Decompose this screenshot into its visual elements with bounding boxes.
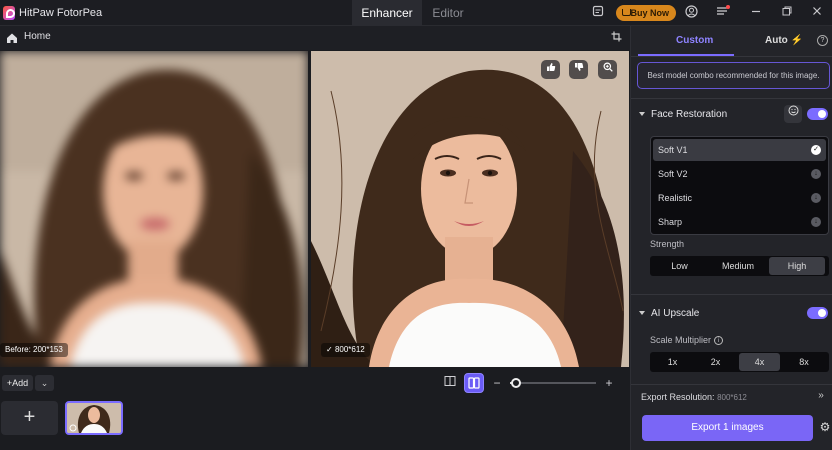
face-restoration-title: Face Restoration bbox=[651, 109, 728, 120]
ai-upscale-title: AI Upscale bbox=[651, 308, 700, 319]
check-icon: ✓ bbox=[326, 345, 335, 354]
download-icon: ↓ bbox=[811, 217, 821, 227]
face-model-list: Soft V1 ✓ Soft V2 ↓ Realistic ↓ Sharp ↓ bbox=[650, 136, 829, 235]
zoom-icon[interactable] bbox=[598, 60, 617, 79]
section-divider bbox=[631, 384, 832, 385]
help-icon[interactable]: ? bbox=[817, 35, 828, 46]
app-title: HitPaw FotorPea bbox=[19, 7, 103, 19]
tab-enhancer[interactable]: Enhancer bbox=[352, 0, 422, 26]
strength-high[interactable]: High bbox=[769, 257, 825, 275]
scale-1x[interactable]: 1x bbox=[652, 353, 693, 371]
single-view-icon[interactable] bbox=[441, 375, 459, 391]
before-photo bbox=[0, 51, 308, 367]
zoom-out-icon[interactable]: − bbox=[488, 375, 506, 391]
add-button[interactable]: +Add bbox=[2, 375, 33, 391]
model-option-label: Soft V2 bbox=[658, 169, 688, 179]
before-size-label: Before: 200*153 bbox=[0, 343, 68, 357]
model-option-label: Realistic bbox=[658, 193, 693, 203]
home-link[interactable]: Home bbox=[24, 31, 51, 42]
scale-selector: 1x 2x 4x 8x bbox=[650, 352, 829, 372]
tab-auto-label: Auto bbox=[765, 35, 788, 46]
close-icon[interactable] bbox=[809, 5, 825, 21]
maximize-icon[interactable] bbox=[779, 5, 795, 21]
download-icon: ↓ bbox=[811, 193, 821, 203]
model-option[interactable]: Soft V1 ✓ bbox=[653, 139, 826, 161]
section-divider bbox=[631, 98, 832, 99]
collapse-caret-icon bbox=[639, 311, 645, 316]
selected-check-icon: ✓ bbox=[811, 145, 821, 155]
minimize-icon[interactable] bbox=[748, 5, 764, 21]
thumbs-down-icon[interactable] bbox=[569, 60, 588, 79]
image-thumbnail[interactable] bbox=[65, 401, 123, 435]
gear-icon[interactable]: ⚙ bbox=[819, 421, 831, 433]
scale-2x[interactable]: 2x bbox=[695, 353, 736, 371]
after-size-label: ✓ 800*612 bbox=[321, 343, 370, 357]
tab-divider bbox=[631, 56, 832, 57]
zoom-slider-track[interactable] bbox=[516, 382, 596, 384]
title-bar: HitPaw FotorPea Enhancer Editor Buy Now bbox=[0, 0, 832, 26]
scale-4x[interactable]: 4x bbox=[739, 353, 780, 371]
lightning-icon: ⚡ bbox=[790, 35, 804, 46]
ai-upscale-toggle[interactable] bbox=[807, 307, 828, 319]
ai-upscale-header[interactable]: AI Upscale bbox=[639, 308, 699, 319]
after-size-value: 800*612 bbox=[334, 345, 365, 354]
after-photo bbox=[311, 51, 629, 367]
tab-editor[interactable]: Editor bbox=[422, 0, 474, 26]
collapse-caret-icon bbox=[639, 112, 645, 117]
section-divider bbox=[631, 294, 832, 295]
info-icon[interactable]: i bbox=[714, 336, 724, 346]
buy-now-label: Buy Now bbox=[630, 8, 669, 18]
thumbnail-photo bbox=[67, 403, 121, 433]
model-option[interactable]: Soft V2 ↓ bbox=[653, 163, 826, 185]
notification-dot bbox=[726, 5, 730, 9]
thumbs-up-icon[interactable] bbox=[541, 60, 560, 79]
face-restoration-header[interactable]: Face Restoration bbox=[639, 109, 727, 120]
add-label: Add bbox=[12, 378, 29, 388]
tab-custom[interactable]: Custom bbox=[676, 35, 713, 46]
feedback-icon[interactable] bbox=[590, 5, 606, 21]
scale-multiplier-label: Scale Multiplier i bbox=[650, 335, 724, 346]
export-button[interactable]: Export 1 images bbox=[642, 415, 813, 441]
chevron-down-icon: ⌄ bbox=[40, 378, 49, 388]
tab-auto[interactable]: Auto ⚡ bbox=[765, 35, 803, 46]
face-icon[interactable] bbox=[784, 105, 802, 123]
strength-selector: Low Medium High bbox=[650, 256, 829, 276]
compare-view-icon[interactable] bbox=[464, 373, 484, 393]
recommendation-info: Best model combo recommended for this im… bbox=[637, 62, 830, 89]
expand-icon[interactable]: » bbox=[815, 390, 827, 402]
add-dropdown[interactable]: ⌄ bbox=[35, 375, 54, 391]
strength-medium[interactable]: Medium bbox=[709, 257, 767, 275]
export-resolution-label: Export Resolution: bbox=[641, 392, 715, 402]
app-logo bbox=[3, 6, 15, 20]
settings-sidebar: Custom Auto ⚡ ? Best model combo recomme… bbox=[630, 26, 832, 450]
zoom-in-icon[interactable]: + bbox=[600, 375, 618, 391]
scale-multiplier-text: Scale Multiplier bbox=[650, 335, 712, 345]
cart-icon bbox=[622, 9, 631, 16]
home-bar: Home bbox=[0, 26, 630, 50]
bottom-toolbar: +Add ⌄ − + + bbox=[0, 367, 630, 450]
after-preview[interactable]: ✓ 800*612 bbox=[311, 51, 629, 367]
strength-low[interactable]: Low bbox=[652, 257, 707, 275]
model-option[interactable]: Realistic ↓ bbox=[653, 187, 826, 209]
account-icon[interactable] bbox=[683, 5, 699, 21]
download-icon: ↓ bbox=[811, 169, 821, 179]
model-option-label: Soft V1 bbox=[658, 145, 688, 155]
face-restoration-toggle[interactable] bbox=[807, 108, 828, 120]
crop-icon[interactable] bbox=[610, 31, 622, 43]
scale-8x[interactable]: 8x bbox=[783, 353, 825, 371]
before-preview[interactable]: Before: 200*153 bbox=[0, 51, 308, 367]
strength-label: Strength bbox=[650, 239, 685, 249]
model-option[interactable]: Sharp ↓ bbox=[653, 211, 826, 233]
model-option-label: Sharp bbox=[658, 217, 683, 227]
add-image-tile[interactable]: + bbox=[1, 401, 58, 435]
export-resolution-value: 800*612 bbox=[717, 393, 747, 402]
home-icon[interactable] bbox=[6, 31, 18, 43]
export-resolution: Export Resolution: 800*612 bbox=[641, 392, 747, 402]
buy-now-button[interactable]: Buy Now bbox=[616, 5, 676, 21]
zoom-slider-handle[interactable] bbox=[511, 378, 521, 388]
